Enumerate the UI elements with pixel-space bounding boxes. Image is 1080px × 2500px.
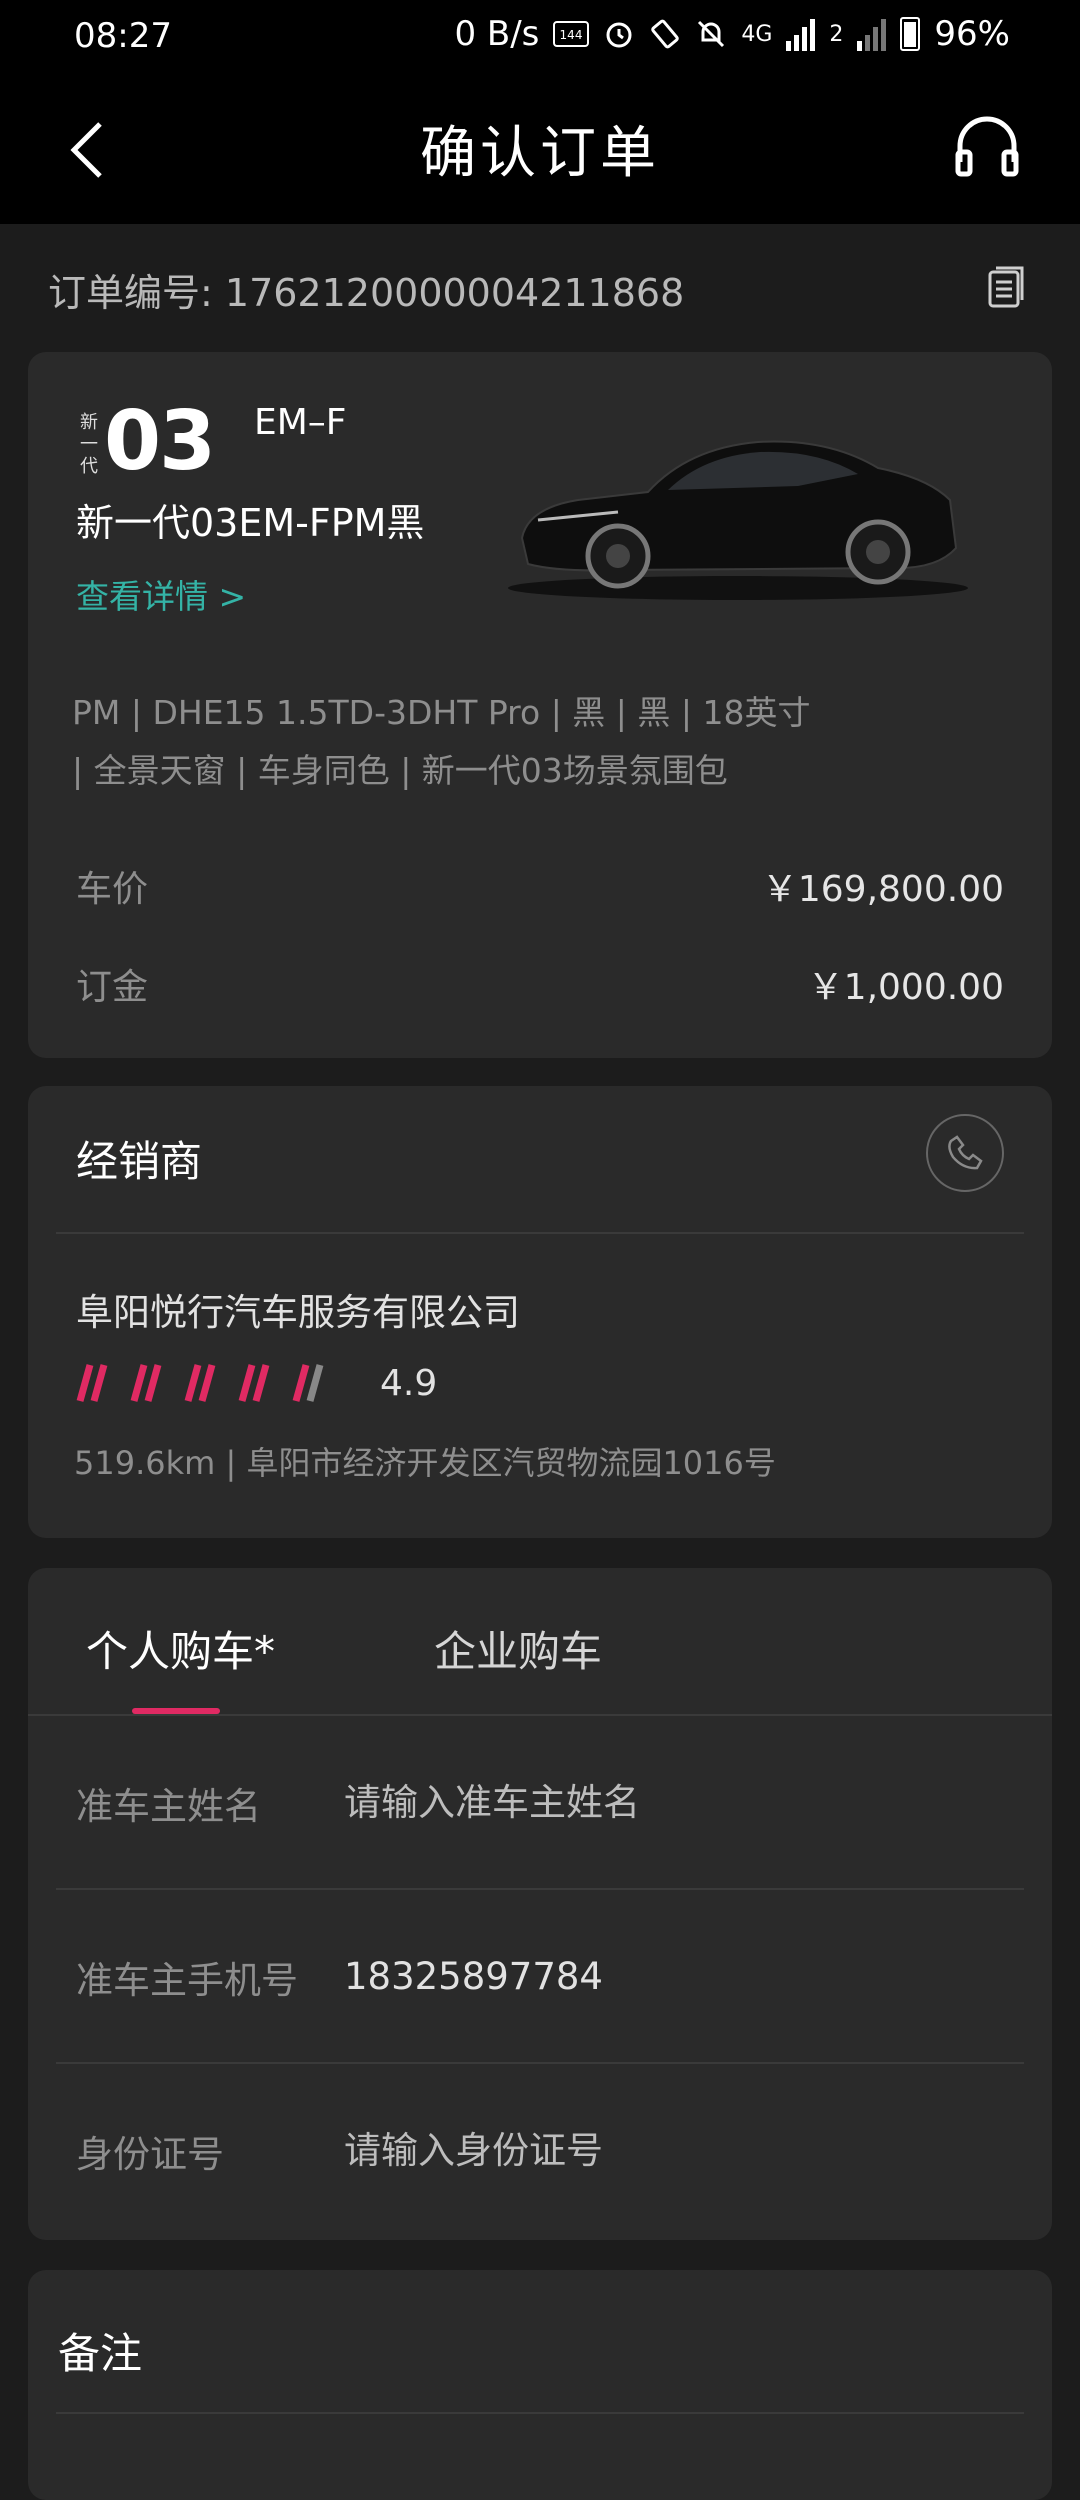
logo-model-number: 03 (104, 394, 216, 489)
sim2-signal-icon (857, 17, 887, 51)
car-image (498, 408, 978, 608)
owner-phone-row: 准车主手机号 (28, 1890, 1052, 2064)
owner-name-label: 准车主姓名 (76, 1785, 261, 1828)
battery-percent: 96% (934, 14, 1010, 54)
owner-name-input[interactable] (344, 1774, 984, 1830)
rating-mark-icon (184, 1364, 216, 1402)
rating-score: 4.9 (380, 1362, 438, 1404)
headset-icon (955, 116, 1019, 177)
id-number-row: 身份证号 (28, 2064, 1052, 2238)
rating-mark-icon (130, 1364, 162, 1402)
config-line-2: | 全景天窗 | 车身同色 | 新一代03场景氛围包 (72, 751, 728, 790)
sim1-signal-icon (786, 17, 816, 51)
owner-phone-input[interactable] (344, 1948, 984, 2004)
battery-icon (900, 17, 921, 51)
tab-personal-purchase[interactable]: 个人购车* (86, 1618, 275, 1679)
dealer-card: 经销商 阜阳悦行汽车服务有限公司 4.9 519.6km | 阜阳市经济开发区汽… (28, 1086, 1052, 1538)
svg-text:144: 144 (560, 28, 583, 42)
owner-name-row: 准车主姓名 (28, 1716, 1052, 1890)
dealer-rating: 4.9 (76, 1358, 437, 1408)
tab-business-purchase[interactable]: 企业购车 (434, 1618, 602, 1679)
status-icons: 0 B/s 144 4G 2 96% (454, 14, 1010, 54)
customer-service-button[interactable] (950, 110, 1024, 184)
car-price-label: 车价 (76, 869, 149, 910)
car-name: 新一代03EM-FPM黑 (76, 501, 425, 545)
dealer-address: 519.6km | 阜阳市经济开发区汽贸物流园1016号 (74, 1444, 776, 1482)
id-number-label: 身份证号 (76, 2133, 224, 2176)
copy-icon (988, 266, 1024, 308)
logo-small-text: 新一代 (80, 412, 98, 477)
car-configuration: PM | DHE15 1.5TD-3DHT Pro | 黑 | 黑 | 18英寸… (72, 684, 1012, 800)
signal-4g-label: 4G (741, 21, 773, 47)
phone-icon (948, 1135, 983, 1170)
refresh-rate-icon: 144 (553, 19, 590, 49)
nav-bar: 确认订单 (0, 74, 1080, 224)
status-bar: 08:27 0 B/s 144 4G 2 96% (0, 0, 1080, 74)
rating-mark-icon (292, 1364, 324, 1402)
order-number-value: 1762120000004211868 (224, 271, 685, 315)
dealer-name: 阜阳悦行汽车服务有限公司 (76, 1291, 520, 1334)
rating-mark-icon (76, 1364, 108, 1402)
view-details-link[interactable]: 查看详情 > (76, 570, 246, 618)
car-price-value: ￥169,800.00 (761, 869, 1004, 910)
copy-button[interactable] (986, 264, 1026, 310)
call-dealer-button[interactable] (926, 1114, 1004, 1192)
car-card: 新一代 03 EM–F 新一代03EM-FPM黑 查看详情 > PM | DHE… (28, 352, 1052, 1058)
buyer-info-card: 个人购车* 企业购车 准车主姓名 准车主手机号 身份证号 (28, 1568, 1052, 2240)
order-number-row: 订单编号: 1762120000004211868 (48, 262, 1032, 315)
id-number-input[interactable] (344, 2122, 984, 2178)
status-time: 08:27 (74, 16, 172, 56)
deposit-label: 订金 (76, 967, 149, 1008)
remark-card: 备注 (28, 2270, 1052, 2500)
rating-mark-icon (238, 1364, 270, 1402)
order-number-label: 订单编号: (48, 271, 213, 315)
model-logo: 新一代 03 EM–F (78, 394, 348, 489)
sim2-badge: 2 (829, 21, 844, 47)
owner-phone-label: 准车主手机号 (76, 1959, 298, 2002)
alarm-icon (603, 18, 635, 50)
logo-model-suffix: EM–F (254, 402, 347, 443)
net-speed: 0 B/s (454, 14, 540, 54)
page-title: 确认订单 (420, 121, 660, 186)
config-line-1: PM | DHE15 1.5TD-3DHT Pro | 黑 | 黑 | 18英寸 (72, 693, 811, 732)
remark-title: 备注 (58, 2329, 143, 2378)
dealer-section-title: 经销商 (76, 1137, 203, 1186)
mute-icon (695, 18, 727, 50)
dealer-divider (56, 1232, 1024, 1234)
rotate-icon (649, 18, 681, 50)
deposit-value: ￥1,000.00 (807, 967, 1004, 1008)
remark-divider (56, 2412, 1024, 2414)
